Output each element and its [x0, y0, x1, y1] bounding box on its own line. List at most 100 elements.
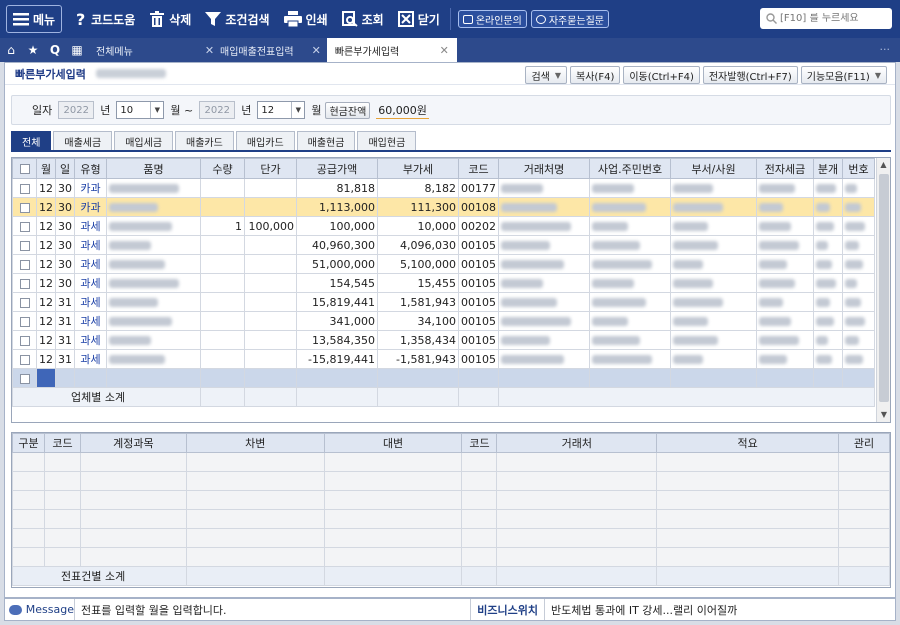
tab-all-menu[interactable]: 전체메뉴: [88, 38, 141, 62]
table-cell[interactable]: [496, 452, 658, 472]
table-cell[interactable]: [461, 471, 498, 491]
table-cell[interactable]: [838, 471, 890, 491]
table-cell[interactable]: [670, 368, 757, 388]
table-cell[interactable]: [55, 368, 75, 388]
select-all-checkbox[interactable]: [19, 164, 30, 174]
table-cell[interactable]: [323, 528, 463, 548]
table-cell[interactable]: [842, 368, 875, 388]
table-cell[interactable]: [461, 509, 498, 529]
month-from-select[interactable]: 10 ▼: [116, 101, 165, 119]
table-cell[interactable]: [79, 547, 187, 567]
table-row[interactable]: 12 30 과세 51,000,000 5,100,000 00105: [12, 254, 875, 274]
subtab-3[interactable]: 매출카드: [175, 131, 234, 150]
table-cell[interactable]: [756, 368, 814, 388]
table-cell[interactable]: [496, 547, 658, 567]
table-cell[interactable]: [79, 490, 187, 510]
table-cell[interactable]: [244, 368, 297, 388]
table-row[interactable]: 12 30 과세 1 100,000 100,000 10,000 00202: [12, 216, 875, 236]
star-icon[interactable]: ★: [22, 43, 44, 57]
query-button[interactable]: 조회: [335, 4, 391, 34]
vertical-scrollbar[interactable]: ▲ ▼: [876, 158, 890, 422]
table-cell[interactable]: [813, 368, 843, 388]
row-checkbox[interactable]: [19, 335, 30, 346]
table-cell[interactable]: [323, 547, 463, 567]
subtab-5[interactable]: 매출현금: [296, 131, 356, 150]
scroll-thumb[interactable]: [879, 174, 889, 402]
scroll-up-icon[interactable]: ▲: [877, 158, 890, 172]
month-to-select[interactable]: 12 ▼: [257, 101, 306, 119]
scroll-down-icon[interactable]: ▼: [877, 408, 890, 422]
row-checkbox[interactable]: [19, 259, 30, 270]
table-cell[interactable]: [496, 471, 658, 491]
table-cell[interactable]: [496, 528, 658, 548]
row-checkbox[interactable]: [19, 221, 30, 232]
menu-search[interactable]: [760, 8, 892, 29]
table-cell[interactable]: [12, 235, 37, 255]
table-cell[interactable]: [458, 368, 499, 388]
table-cell[interactable]: [323, 452, 463, 472]
search-dropdown-button[interactable]: 검색 ▼: [525, 66, 568, 84]
row-checkbox[interactable]: [19, 373, 30, 384]
business-watch-label[interactable]: 비즈니스위치: [470, 599, 545, 620]
table-cell[interactable]: [79, 528, 187, 548]
table-cell[interactable]: [185, 509, 325, 529]
table-cell[interactable]: [838, 547, 890, 567]
select-all-header[interactable]: [12, 158, 37, 179]
table-cell[interactable]: [12, 178, 37, 198]
row-checkbox[interactable]: [19, 183, 30, 194]
tab-purchase-sales-entry[interactable]: ✕ 매입매출전표입력: [197, 38, 302, 62]
table-cell[interactable]: [656, 509, 839, 529]
table-cell[interactable]: [323, 509, 463, 529]
table-cell[interactable]: [185, 547, 325, 567]
table-cell[interactable]: [43, 547, 81, 567]
close-icon[interactable]: ✕: [205, 44, 214, 57]
table-cell[interactable]: [106, 368, 201, 388]
table-row[interactable]: 12 30 카과 81,818 8,182 00177: [12, 178, 875, 198]
table-cell[interactable]: [12, 273, 37, 293]
table-row[interactable]: 12 31 과세 13,584,350 1,358,434 00105: [12, 330, 875, 350]
chevron-down-icon[interactable]: ▼: [291, 102, 304, 118]
more-icon[interactable]: ···: [880, 43, 891, 56]
table-cell[interactable]: [461, 547, 498, 567]
table-cell[interactable]: [43, 471, 81, 491]
close-button[interactable]: 닫기: [391, 4, 447, 34]
subtab-6[interactable]: 매입현금: [357, 131, 417, 150]
table-row[interactable]: 12 31 과세 15,819,441 1,581,943 00105: [12, 292, 875, 312]
search-q-icon[interactable]: Q: [44, 43, 66, 57]
table-cell[interactable]: [656, 490, 839, 510]
table-cell[interactable]: [589, 368, 671, 388]
table-cell[interactable]: [12, 197, 37, 217]
close-icon[interactable]: ✕: [312, 44, 321, 57]
cash-balance-button[interactable]: 현금잔액: [325, 101, 371, 119]
table-cell[interactable]: [838, 490, 890, 510]
table-cell[interactable]: [79, 471, 187, 491]
row-checkbox[interactable]: [19, 202, 30, 213]
subtab-4[interactable]: 매입카드: [235, 131, 295, 150]
table-cell[interactable]: [79, 452, 187, 472]
table-cell[interactable]: [36, 368, 56, 388]
table-cell[interactable]: [12, 509, 45, 529]
einvoice-button[interactable]: 전자발행(Ctrl+F7): [702, 66, 798, 84]
row-checkbox[interactable]: [19, 278, 30, 289]
table-cell[interactable]: [496, 509, 658, 529]
table-cell[interactable]: [74, 368, 107, 388]
news-ticker[interactable]: 반도체법 통과에 IT 강세...랠리 이어질까: [545, 602, 895, 618]
subtab-1[interactable]: 매출세금: [53, 131, 113, 150]
calendar-icon[interactable]: ▦: [66, 43, 88, 57]
table-cell[interactable]: [656, 471, 839, 491]
year-to-field[interactable]: 2022: [199, 101, 236, 119]
table-row[interactable]: 12 31 과세 -15,819,441 -1,581,943 00105: [12, 349, 875, 369]
table-cell[interactable]: [79, 509, 187, 529]
delete-button[interactable]: 삭제: [142, 4, 198, 34]
copy-button[interactable]: 복사(F4): [570, 66, 621, 84]
table-cell[interactable]: [43, 452, 81, 472]
table-cell[interactable]: [12, 471, 45, 491]
table-cell[interactable]: [838, 528, 890, 548]
table-row[interactable]: [12, 452, 890, 472]
table-cell[interactable]: [185, 490, 325, 510]
table-cell[interactable]: [656, 547, 839, 567]
table-cell[interactable]: [656, 452, 839, 472]
move-button[interactable]: 이동(Ctrl+F4): [623, 66, 700, 84]
table-row[interactable]: [12, 509, 890, 529]
table-row[interactable]: 12 30 과세 154,545 15,455 00105: [12, 273, 875, 293]
